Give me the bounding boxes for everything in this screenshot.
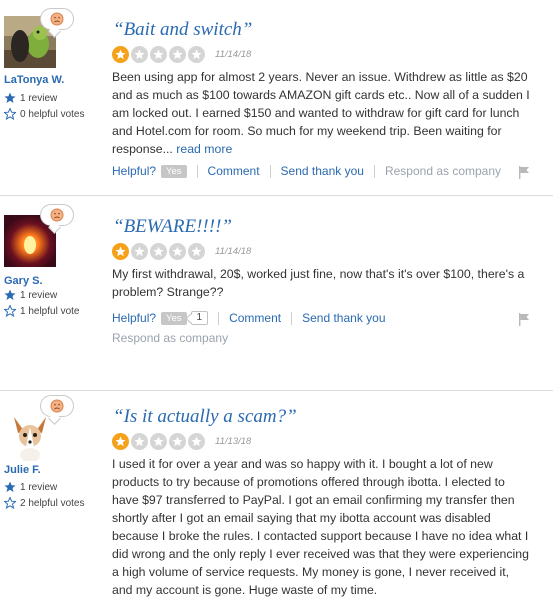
review-actions: Helpful? Yes Comment Send thank you Resp… <box>112 164 501 178</box>
review-title[interactable]: “BEWARE!!!!” <box>113 216 232 238</box>
helpful-votes: 2 helpful votes <box>4 497 85 509</box>
review-body: I used it for over a year and was so hap… <box>112 457 529 597</box>
review-count: 1 review <box>4 92 57 104</box>
star-icon <box>188 243 205 260</box>
helpful-votes: 0 helpful votes <box>4 108 85 120</box>
divider <box>269 164 271 178</box>
review-actions: Helpful? Yes 1 Comment Send thank you <box>112 311 386 325</box>
star-icon <box>169 46 186 63</box>
star-icon <box>4 481 16 492</box>
sad-face-icon <box>50 12 64 26</box>
sad-face-icon <box>50 399 64 413</box>
star-outline-icon <box>4 108 16 120</box>
reviewer-name[interactable]: Gary S. <box>4 275 43 287</box>
star-icon <box>188 46 205 63</box>
review-card: Gary S. 1 review 1 helpful vote “BEWARE!… <box>0 196 553 390</box>
sad-face-icon <box>50 208 64 222</box>
helpful-yes-button[interactable]: Yes <box>161 311 187 325</box>
star-icon <box>131 46 148 63</box>
helpful-yes-button[interactable]: Yes <box>161 164 187 178</box>
star-rating <box>112 433 205 450</box>
review-body: My first withdrawal, 20$, worked just fi… <box>112 267 525 299</box>
star-icon <box>112 433 129 450</box>
review-count: 1 review <box>4 289 57 301</box>
helpful-label: Helpful? <box>112 164 157 178</box>
review-count: 1 review <box>4 481 57 493</box>
star-icon <box>188 433 205 450</box>
review-title[interactable]: “Bait and switch” <box>113 19 252 41</box>
read-more-link[interactable]: read more <box>176 142 232 156</box>
star-icon <box>4 289 16 300</box>
star-icon <box>4 92 16 103</box>
review-text: Been using app for almost 2 years. Never… <box>112 68 530 158</box>
star-icon <box>150 243 167 260</box>
respond-as-company-link[interactable]: Respond as company <box>385 164 501 178</box>
sentiment-bubble <box>40 8 74 30</box>
comment-link[interactable]: Comment <box>208 164 260 178</box>
review-title[interactable]: “Is it actually a scam?” <box>113 406 297 428</box>
flag-icon[interactable] <box>518 313 530 331</box>
helpful-votes: 1 helpful vote <box>4 305 80 317</box>
divider <box>218 311 220 325</box>
helpful-votes-text: 1 helpful vote <box>20 305 80 317</box>
sentiment-bubble <box>40 204 74 226</box>
star-icon <box>131 433 148 450</box>
flag-icon[interactable] <box>518 166 530 184</box>
review-card: Julie F. 1 review 2 helpful votes “Is it… <box>0 391 553 600</box>
star-rating <box>112 243 205 260</box>
star-outline-icon <box>4 497 16 509</box>
divider <box>196 164 198 178</box>
star-outline-icon <box>4 305 16 317</box>
reviewer-name[interactable]: Julie F. <box>4 464 41 476</box>
review-count-text: 1 review <box>20 481 58 493</box>
review-count-text: 1 review <box>20 289 58 301</box>
review-date: 11/13/18 <box>215 436 252 447</box>
send-thank-you-link[interactable]: Send thank you <box>302 311 385 325</box>
review-count-text: 1 review <box>20 92 58 104</box>
respond-as-company-link[interactable]: Respond as company <box>112 331 228 345</box>
star-icon <box>169 243 186 260</box>
sentiment-bubble <box>40 395 74 417</box>
divider <box>373 164 375 178</box>
star-icon <box>112 46 129 63</box>
star-rating <box>112 46 205 63</box>
star-icon <box>150 433 167 450</box>
review-text: I used it for over a year and was so hap… <box>112 455 530 599</box>
helpful-votes-text: 2 helpful votes <box>20 497 85 509</box>
star-icon <box>131 243 148 260</box>
review-card: LaTonya W. 1 review 0 helpful votes “Bai… <box>0 0 553 195</box>
review-date: 11/14/18 <box>215 246 252 257</box>
review-date: 11/14/18 <box>215 49 252 60</box>
review-text: My first withdrawal, 20$, worked just fi… <box>112 265 530 301</box>
divider <box>291 311 293 325</box>
send-thank-you-link[interactable]: Send thank you <box>281 164 364 178</box>
helpful-count-badge: 1 <box>190 311 209 325</box>
helpful-votes-text: 0 helpful votes <box>20 108 85 120</box>
helpful-label: Helpful? <box>112 311 157 325</box>
star-icon <box>169 433 186 450</box>
star-icon <box>112 243 129 260</box>
reviewer-name[interactable]: LaTonya W. <box>4 74 64 86</box>
comment-link[interactable]: Comment <box>229 311 281 325</box>
star-icon <box>150 46 167 63</box>
review-body: Been using app for almost 2 years. Never… <box>112 70 530 156</box>
